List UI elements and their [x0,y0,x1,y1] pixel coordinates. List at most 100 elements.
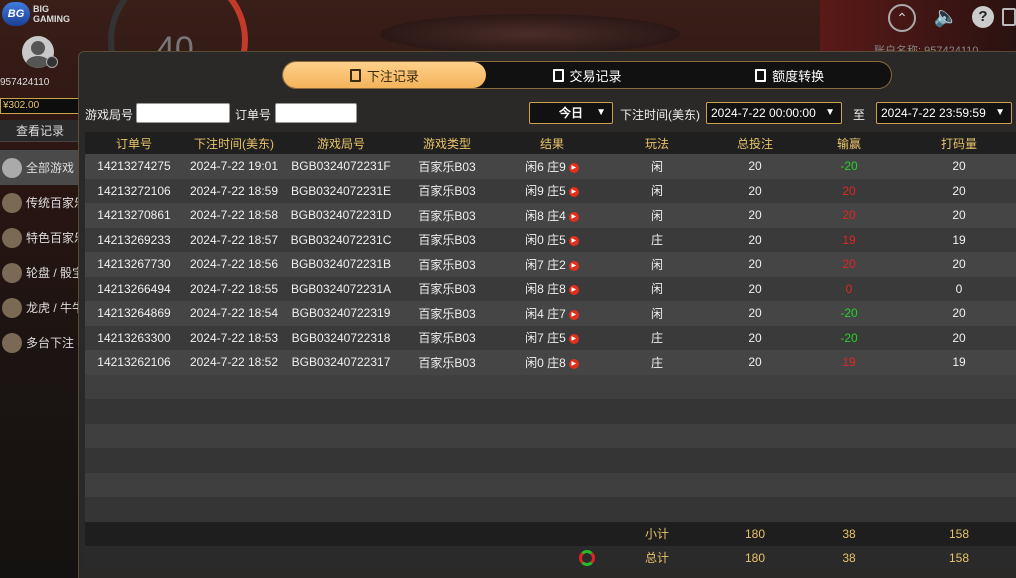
order-no-input[interactable] [275,103,357,123]
cell-round: BGB0324072231A [285,276,397,301]
cell-order: 14213272106 [85,178,183,203]
cell-play: 闲 [607,154,707,179]
cell-empty [803,497,895,522]
start-time-select[interactable]: 2024-7-22 00:00:00 ▼ [706,102,842,124]
tab-bet-record[interactable]: 下注记录 [283,62,486,88]
cell-winloss: 19 [803,227,895,252]
subtotal-row: 小计 180 38 158 [85,521,1016,546]
col-order: 订单号 [85,132,183,154]
play-replay-icon[interactable]: ▶ [568,162,579,173]
cell-empty [397,423,497,448]
sound-icon[interactable]: 🔈 [932,4,960,30]
cell-empty [285,497,397,522]
cell-type-value: 百家乐B03 [418,233,476,248]
sidebar-item-all-games[interactable]: 全部游戏 [0,150,80,185]
cell-empty [497,545,607,570]
play-replay-icon[interactable]: ▶ [568,285,579,296]
chevron-down-icon: ▼ [596,107,606,118]
cell-empty [397,448,497,473]
cell-empty [85,374,183,399]
cell-round: BGB0324072231F [285,154,397,179]
cell-time-value: 2024-7-22 18:59 [189,183,279,198]
game-round-input[interactable] [136,103,230,123]
cell-play: 闲 [607,276,707,301]
cell-empty [895,399,1016,424]
refresh-icon[interactable] [579,549,595,566]
play-replay-icon[interactable]: ▶ [568,358,579,369]
cell-bet-value: 20 [748,159,762,174]
sidebar-item-special-baccarat[interactable]: 特色百家乐 [0,220,80,255]
cell-play-value: 闲 [650,257,663,272]
dragon-tiger-icon [2,297,22,318]
cell-time-value: 2024-7-22 19:01 [189,159,279,174]
col-result: 结果 [497,132,607,154]
play-replay-icon[interactable]: ▶ [568,236,579,247]
tab-transaction-record[interactable]: 交易记录 [486,62,689,88]
play-replay-icon[interactable]: ▶ [568,334,579,345]
cell-time-value: 2024-7-22 18:52 [189,355,279,370]
subtotal-bet: 180 [707,521,803,546]
table-row[interactable]: 14213274275 2024-7-22 19:01 BGB0324072231F… [85,154,1016,179]
cell-order-value: 14213264869 [97,306,171,321]
cell-bet-value: 20 [748,232,762,247]
cell-round-value: BGB03240722319 [291,306,391,321]
play-replay-icon[interactable]: ▶ [568,260,579,271]
fullscreen-icon[interactable] [1002,8,1016,26]
help-icon[interactable]: ? [972,6,994,28]
cell-empty [183,545,285,570]
side-menu: 全部游戏 传统百家乐 特色百家乐 轮盘 / 骰宝 龙虎 / 牛牛 多台下注 [0,150,80,360]
tab-credit-transfer[interactable]: 额度转换 [688,62,891,88]
play-replay-icon[interactable]: ▶ [568,187,579,198]
cell-code: 20 [895,154,1016,179]
cell-winloss: -20 [803,301,895,326]
date-range-select[interactable]: 今日 ▼ [529,102,613,124]
cell-play: 闲 [607,203,707,228]
table-row[interactable]: 14213262106 2024-7-22 18:52 BGB03240722317… [85,350,1016,375]
cell-round: BGB0324072231D [285,203,397,228]
filter-bar: 游戏局号 订单号 今日 ▼ 下注时间(美东) 2024-7-22 00:00:0… [85,102,1015,126]
cell-code: 20 [895,178,1016,203]
cell-order: 14213264869 [85,301,183,326]
cell-round-value: BGB03240722317 [291,355,391,370]
total-winloss: 38 [803,545,895,570]
view-record-button[interactable]: 查看记录 [0,120,80,142]
play-replay-icon[interactable]: ▶ [568,309,579,320]
sidebar-item-roulette[interactable]: 轮盘 / 骰宝 [0,255,80,290]
cell-empty [707,497,803,522]
cell-empty [497,472,607,497]
sidebar-item-baccarat[interactable]: 传统百家乐 [0,185,80,220]
sidebar-item-dragon-tiger[interactable]: 龙虎 / 牛牛 [0,290,80,325]
collapse-up-icon[interactable]: ⌃ [888,4,916,32]
cell-order-value: 14213267730 [97,257,171,272]
cell-result-value: 闲9 庄5 [525,184,566,199]
cell-winloss: 20 [803,178,895,203]
end-time-select[interactable]: 2024-7-22 23:59:59 ▼ [876,102,1012,124]
game-round-label: 游戏局号 [85,108,134,122]
table-row[interactable]: 14213269233 2024-7-22 18:57 BGB0324072231C… [85,227,1016,252]
chevron-down-icon: ▼ [825,107,835,118]
cell-time-value: 2024-7-22 18:55 [189,281,279,296]
cell-bet: 20 [707,276,803,301]
table-row[interactable]: 14213270861 2024-7-22 18:58 BGB0324072231D… [85,203,1016,228]
cell-empty [285,545,397,570]
play-replay-icon[interactable]: ▶ [568,211,579,222]
cell-empty [497,448,607,473]
tab-label: 交易记录 [569,68,622,84]
col-code: 打码量 [895,132,1016,154]
cell-type-value: 百家乐B03 [418,184,476,199]
cell-play-value: 庄 [650,331,663,346]
cell-empty [497,399,607,424]
table-row[interactable]: 14213263300 2024-7-22 18:53 BGB03240722318… [85,325,1016,350]
cell-bet: 20 [707,154,803,179]
col-type: 游戏类型 [397,132,497,154]
sidebar-item-multi-table[interactable]: 多台下注 [0,325,80,360]
table-row[interactable]: 14213272106 2024-7-22 18:59 BGB0324072231E… [85,178,1016,203]
table-row[interactable]: 14213266494 2024-7-22 18:55 BGB0324072231A… [85,276,1016,301]
cell-empty [803,399,895,424]
cell-order-value: 14213272106 [97,183,171,198]
table-row[interactable]: 14213267730 2024-7-22 18:56 BGB0324072231B… [85,252,1016,277]
cell-bet: 20 [707,301,803,326]
cell-code-value: 20 [952,159,966,174]
table-row[interactable]: 14213264869 2024-7-22 18:54 BGB03240722319… [85,301,1016,326]
cell-winloss-value: -20 [840,159,858,174]
